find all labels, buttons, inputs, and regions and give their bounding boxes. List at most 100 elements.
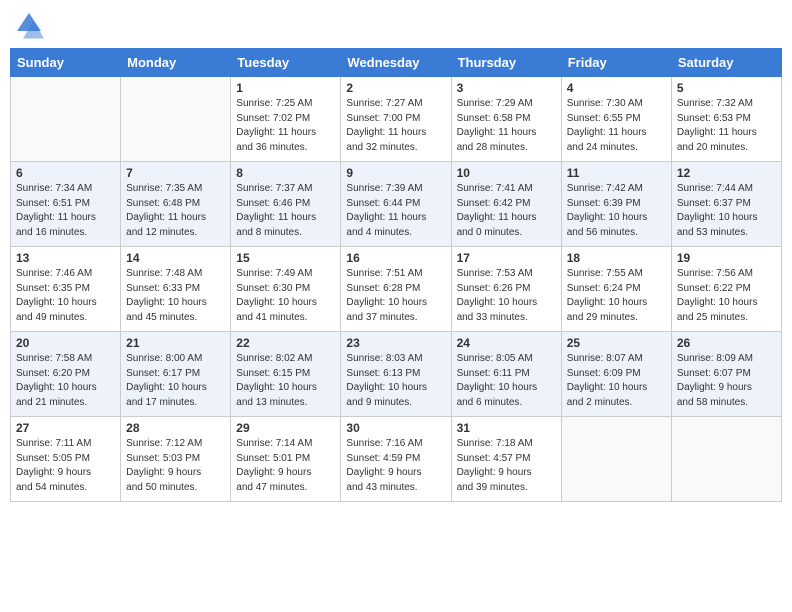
day-info: Sunrise: 7:25 AM Sunset: 7:02 PM Dayligh… [236,97,335,155]
day-number: 7 [126,166,225,180]
day-number: 17 [457,251,556,265]
calendar-cell: 18 Sunrise: 7:55 AM Sunset: 6:24 PM Dayli… [561,247,671,332]
day-number: 18 [567,251,666,265]
day-number: 24 [457,336,556,350]
calendar-cell: 21 Sunrise: 8:00 AM Sunset: 6:17 PM Dayli… [121,332,231,417]
day-info: Sunrise: 8:09 AM Sunset: 6:07 PM Dayligh… [677,352,776,410]
day-number: 8 [236,166,335,180]
day-number: 29 [236,421,335,435]
calendar-cell: 24 Sunrise: 8:05 AM Sunset: 6:11 PM Dayli… [451,332,561,417]
calendar-cell: 1 Sunrise: 7:25 AM Sunset: 7:02 PM Daylig… [231,77,341,162]
day-info: Sunrise: 7:18 AM Sunset: 4:57 PM Dayligh… [457,437,556,495]
day-number: 6 [16,166,115,180]
calendar-cell: 19Sunrise: 7:56 AM Sunset: 6:22 PM Dayli… [671,247,781,332]
calendar-cell: 16 Sunrise: 7:51 AM Sunset: 6:28 PM Dayli… [341,247,451,332]
day-info: Sunrise: 7:30 AM Sunset: 6:55 PM Dayligh… [567,97,666,155]
day-number: 12 [677,166,776,180]
calendar-cell: 6Sunrise: 7:34 AM Sunset: 6:51 PM Daylig… [11,162,121,247]
day-number: 28 [126,421,225,435]
day-info: Sunrise: 7:44 AM Sunset: 6:37 PM Dayligh… [677,182,776,240]
day-info: Sunrise: 7:39 AM Sunset: 6:44 PM Dayligh… [346,182,445,240]
day-info: Sunrise: 7:41 AM Sunset: 6:42 PM Dayligh… [457,182,556,240]
header-day-tuesday: Tuesday [231,49,341,77]
day-info: Sunrise: 8:00 AM Sunset: 6:17 PM Dayligh… [126,352,225,410]
header-day-friday: Friday [561,49,671,77]
day-number: 5 [677,81,776,95]
day-number: 16 [346,251,445,265]
day-number: 30 [346,421,445,435]
day-number: 9 [346,166,445,180]
header-day-sunday: Sunday [11,49,121,77]
day-number: 15 [236,251,335,265]
calendar-cell: 9 Sunrise: 7:39 AM Sunset: 6:44 PM Daylig… [341,162,451,247]
header-day-wednesday: Wednesday [341,49,451,77]
day-number: 4 [567,81,666,95]
calendar-cell: 22 Sunrise: 8:02 AM Sunset: 6:15 PM Dayli… [231,332,341,417]
day-number: 11 [567,166,666,180]
calendar-cell: 12 Sunrise: 7:44 AM Sunset: 6:37 PM Dayli… [671,162,781,247]
calendar-row-1: 1 Sunrise: 7:25 AM Sunset: 7:02 PM Daylig… [11,77,782,162]
header-day-saturday: Saturday [671,49,781,77]
day-number: 26 [677,336,776,350]
day-number: 23 [346,336,445,350]
day-info: Sunrise: 7:53 AM Sunset: 6:26 PM Dayligh… [457,267,556,325]
calendar-cell: 31 Sunrise: 7:18 AM Sunset: 4:57 PM Dayli… [451,417,561,502]
calendar-cell: 13Sunrise: 7:46 AM Sunset: 6:35 PM Dayli… [11,247,121,332]
day-number: 14 [126,251,225,265]
day-number: 2 [346,81,445,95]
day-number: 3 [457,81,556,95]
day-info: Sunrise: 7:55 AM Sunset: 6:24 PM Dayligh… [567,267,666,325]
calendar-cell: 8Sunrise: 7:37 AM Sunset: 6:46 PM Daylig… [231,162,341,247]
day-info: Sunrise: 7:12 AM Sunset: 5:03 PM Dayligh… [126,437,225,495]
calendar-cell: 3 Sunrise: 7:29 AM Sunset: 6:58 PM Daylig… [451,77,561,162]
calendar-cell: 26 Sunrise: 8:09 AM Sunset: 6:07 PM Dayli… [671,332,781,417]
calendar-row-3: 13Sunrise: 7:46 AM Sunset: 6:35 PM Dayli… [11,247,782,332]
day-number: 31 [457,421,556,435]
calendar-cell: 2 Sunrise: 7:27 AM Sunset: 7:00 PM Daylig… [341,77,451,162]
day-number: 10 [457,166,556,180]
day-info: Sunrise: 7:51 AM Sunset: 6:28 PM Dayligh… [346,267,445,325]
calendar-cell [11,77,121,162]
calendar-cell: 25 Sunrise: 8:07 AM Sunset: 6:09 PM Dayli… [561,332,671,417]
header-day-monday: Monday [121,49,231,77]
calendar-cell: 23 Sunrise: 8:03 AM Sunset: 6:13 PM Dayli… [341,332,451,417]
day-info: Sunrise: 7:29 AM Sunset: 6:58 PM Dayligh… [457,97,556,155]
calendar-cell: 14Sunrise: 7:48 AM Sunset: 6:33 PM Dayli… [121,247,231,332]
calendar-cell: 30 Sunrise: 7:16 AM Sunset: 4:59 PM Dayli… [341,417,451,502]
calendar-row-4: 20 Sunrise: 7:58 AM Sunset: 6:20 PM Dayli… [11,332,782,417]
calendar-cell: 17 Sunrise: 7:53 AM Sunset: 6:26 PM Dayli… [451,247,561,332]
day-info: Sunrise: 7:27 AM Sunset: 7:00 PM Dayligh… [346,97,445,155]
calendar-cell [561,417,671,502]
calendar-row-2: 6Sunrise: 7:34 AM Sunset: 6:51 PM Daylig… [11,162,782,247]
day-info: Sunrise: 8:02 AM Sunset: 6:15 PM Dayligh… [236,352,335,410]
calendar-cell: 28 Sunrise: 7:12 AM Sunset: 5:03 PM Dayli… [121,417,231,502]
day-info: Sunrise: 7:42 AM Sunset: 6:39 PM Dayligh… [567,182,666,240]
calendar-cell: 15 Sunrise: 7:49 AM Sunset: 6:30 PM Dayli… [231,247,341,332]
calendar-cell: 27Sunrise: 7:11 AM Sunset: 5:05 PM Dayli… [11,417,121,502]
day-info: Sunrise: 7:49 AM Sunset: 6:30 PM Dayligh… [236,267,335,325]
header-day-thursday: Thursday [451,49,561,77]
calendar-cell [121,77,231,162]
day-info: Sunrise: 8:05 AM Sunset: 6:11 PM Dayligh… [457,352,556,410]
day-number: 25 [567,336,666,350]
day-number: 22 [236,336,335,350]
day-number: 20 [16,336,115,350]
page-header [10,10,782,40]
calendar-cell: 5 Sunrise: 7:32 AM Sunset: 6:53 PM Daylig… [671,77,781,162]
calendar-cell: 10 Sunrise: 7:41 AM Sunset: 6:42 PM Dayli… [451,162,561,247]
logo [14,10,48,40]
day-info: Sunrise: 7:16 AM Sunset: 4:59 PM Dayligh… [346,437,445,495]
day-number: 27 [16,421,115,435]
header-row: SundayMondayTuesdayWednesdayThursdayFrid… [11,49,782,77]
day-info: Sunrise: 7:58 AM Sunset: 6:20 PM Dayligh… [16,352,115,410]
day-info: Sunrise: 7:56 AM Sunset: 6:22 PM Dayligh… [677,267,776,325]
calendar-row-5: 27Sunrise: 7:11 AM Sunset: 5:05 PM Dayli… [11,417,782,502]
day-number: 1 [236,81,335,95]
day-number: 13 [16,251,115,265]
day-info: Sunrise: 8:03 AM Sunset: 6:13 PM Dayligh… [346,352,445,410]
day-info: Sunrise: 7:32 AM Sunset: 6:53 PM Dayligh… [677,97,776,155]
day-info: Sunrise: 8:07 AM Sunset: 6:09 PM Dayligh… [567,352,666,410]
day-info: Sunrise: 7:14 AM Sunset: 5:01 PM Dayligh… [236,437,335,495]
day-number: 21 [126,336,225,350]
calendar-cell [671,417,781,502]
